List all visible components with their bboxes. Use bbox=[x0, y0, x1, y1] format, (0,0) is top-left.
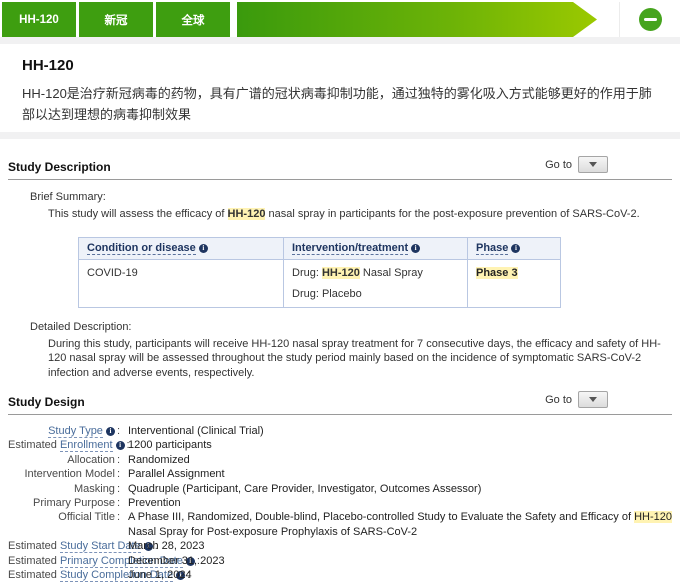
highlighted-term: HH-120 bbox=[322, 267, 360, 279]
column-header-intervention: Intervention/treatmenti bbox=[284, 237, 468, 259]
divider-strip bbox=[0, 37, 680, 44]
section-study-design: Study Design Go to bbox=[8, 395, 672, 415]
nav-tab-xinguan[interactable]: 新冠 bbox=[79, 2, 153, 37]
field-label: Intervention Model bbox=[8, 467, 120, 481]
nav-tab-hh120[interactable]: HH-120 bbox=[2, 2, 76, 37]
table-row: COVID-19 Drug: HH-120 Nasal Spray Drug: … bbox=[79, 259, 561, 307]
field-label: Study Typei bbox=[8, 424, 120, 438]
field-row-enrollment: Estimated Enrollmenti 1200 participants bbox=[8, 438, 672, 452]
nav-tab-quanqiu[interactable]: 全球 bbox=[156, 2, 230, 37]
field-value: March 28, 2023 bbox=[128, 539, 204, 553]
field-row-intervention-model: Intervention Model Parallel Assignment bbox=[8, 467, 672, 481]
nav-tab-label: 新冠 bbox=[105, 12, 128, 28]
field-row-masking: Masking Quadruple (Participant, Care Pro… bbox=[8, 482, 672, 496]
field-label: Official Title bbox=[8, 510, 120, 539]
condition-term-link[interactable]: Condition or disease bbox=[87, 242, 196, 255]
intervention-term-link[interactable]: Intervention/treatment bbox=[292, 242, 408, 255]
goto-label: Go to bbox=[545, 159, 572, 171]
progress-arrow bbox=[237, 2, 597, 37]
goto-group: Go to bbox=[545, 156, 608, 173]
table-header-row: Condition or diseasei Intervention/treat… bbox=[79, 237, 561, 259]
collapse-button[interactable] bbox=[639, 8, 662, 31]
field-value: Randomized bbox=[128, 453, 190, 467]
condition-value: COVID-19 bbox=[87, 267, 275, 279]
highlighted-term: HH-120 bbox=[228, 208, 266, 220]
intervention-cell: Drug: HH-120 Nasal Spray Drug: Placebo bbox=[284, 259, 468, 307]
field-label: Estimated Study Completion Datei bbox=[8, 568, 120, 582]
phase-cell: Phase 3 bbox=[468, 259, 561, 307]
field-label: Estimated Enrollmenti bbox=[8, 438, 120, 452]
top-nav-bar: HH-120 新冠 全球 bbox=[0, 0, 680, 37]
chevron-down-icon bbox=[589, 397, 597, 402]
goto-dropdown[interactable] bbox=[578, 156, 608, 173]
phase-term-link[interactable]: Phase bbox=[476, 242, 508, 255]
field-row-study-completion-date: Estimated Study Completion Datei June 1,… bbox=[8, 568, 672, 582]
field-value: A Phase III, Randomized, Double-blind, P… bbox=[128, 510, 672, 539]
nav-tab-label: HH-120 bbox=[19, 14, 59, 26]
section-study-description: Study Description Go to bbox=[8, 160, 672, 180]
brief-summary-text: This study will assess the efficacy of H… bbox=[48, 207, 672, 222]
info-icon[interactable]: i bbox=[199, 244, 208, 253]
field-row-official-title: Official Title A Phase III, Randomized, … bbox=[8, 510, 672, 539]
divider-strip bbox=[0, 132, 680, 139]
field-row-primary-completion-date: Estimated Primary Completion Datei Decem… bbox=[8, 554, 672, 568]
nav-tab-label: 全球 bbox=[182, 12, 205, 28]
page-title: HH-120 bbox=[22, 57, 658, 74]
brief-summary-label: Brief Summary: bbox=[30, 191, 672, 203]
field-value: December 31, 2023 bbox=[128, 554, 225, 568]
summary-text-part: This study will assess the efficacy of bbox=[48, 208, 228, 220]
intervention-line-2: Drug: Placebo bbox=[292, 288, 459, 300]
field-label: Estimated Study Start Datei bbox=[8, 539, 120, 553]
nav-right-panel bbox=[619, 2, 680, 37]
detailed-description-label: Detailed Description: bbox=[30, 321, 672, 333]
field-value: Interventional (Clinical Trial) bbox=[128, 424, 264, 438]
field-label: Allocation bbox=[8, 453, 120, 467]
detailed-description-text: During this study, participants will rec… bbox=[48, 337, 672, 381]
field-value: Parallel Assignment bbox=[128, 467, 225, 481]
field-value: Prevention bbox=[128, 496, 181, 510]
field-row-allocation: Allocation Randomized bbox=[8, 453, 672, 467]
field-value: June 1, 2024 bbox=[128, 568, 192, 582]
goto-group: Go to bbox=[545, 391, 608, 408]
column-header-phase: Phasei bbox=[468, 237, 561, 259]
field-label: Estimated Primary Completion Datei bbox=[8, 554, 120, 568]
study-description-cn: HH-120是治疗新冠病毒的药物，具有广谱的冠状病毒抑制功能，通过独特的雾化吸入… bbox=[22, 83, 658, 125]
study-design-fields: Study Typei Interventional (Clinical Tri… bbox=[8, 424, 672, 582]
phase-value: Phase 3 bbox=[476, 267, 518, 279]
highlighted-term: HH-120 bbox=[634, 511, 672, 523]
summary-text-part: nasal spray in participants for the post… bbox=[265, 208, 639, 220]
info-icon[interactable]: i bbox=[411, 244, 420, 253]
field-value: 1200 participants bbox=[128, 438, 212, 452]
column-header-condition: Condition or diseasei bbox=[79, 237, 284, 259]
minus-icon bbox=[644, 18, 657, 21]
goto-label: Go to bbox=[545, 394, 572, 406]
condition-intervention-table: Condition or diseasei Intervention/treat… bbox=[78, 237, 561, 308]
intervention-text-part: Drug: bbox=[292, 267, 322, 279]
intervention-line-1: Drug: HH-120 Nasal Spray bbox=[292, 267, 459, 279]
info-icon[interactable]: i bbox=[106, 427, 115, 436]
info-icon[interactable]: i bbox=[511, 244, 520, 253]
field-row-study-start-date: Estimated Study Start Datei March 28, 20… bbox=[8, 539, 672, 553]
field-value: Quadruple (Participant, Care Provider, I… bbox=[128, 482, 481, 496]
condition-cell: COVID-19 bbox=[79, 259, 284, 307]
info-icon[interactable]: i bbox=[116, 441, 125, 450]
main-content: Study Description Go to Brief Summary: T… bbox=[0, 160, 680, 582]
field-row-study-type: Study Typei Interventional (Clinical Tri… bbox=[8, 424, 672, 438]
field-label: Primary Purpose bbox=[8, 496, 120, 510]
chevron-down-icon bbox=[589, 162, 597, 167]
field-label: Masking bbox=[8, 482, 120, 496]
goto-dropdown[interactable] bbox=[578, 391, 608, 408]
intervention-text-part: Nasal Spray bbox=[360, 267, 423, 279]
study-type-link[interactable]: Study Type bbox=[48, 425, 103, 438]
study-header-card: HH-120 HH-120是治疗新冠病毒的药物，具有广谱的冠状病毒抑制功能，通过… bbox=[0, 44, 680, 132]
field-row-primary-purpose: Primary Purpose Prevention bbox=[8, 496, 672, 510]
enrollment-link[interactable]: Enrollment bbox=[60, 439, 113, 452]
